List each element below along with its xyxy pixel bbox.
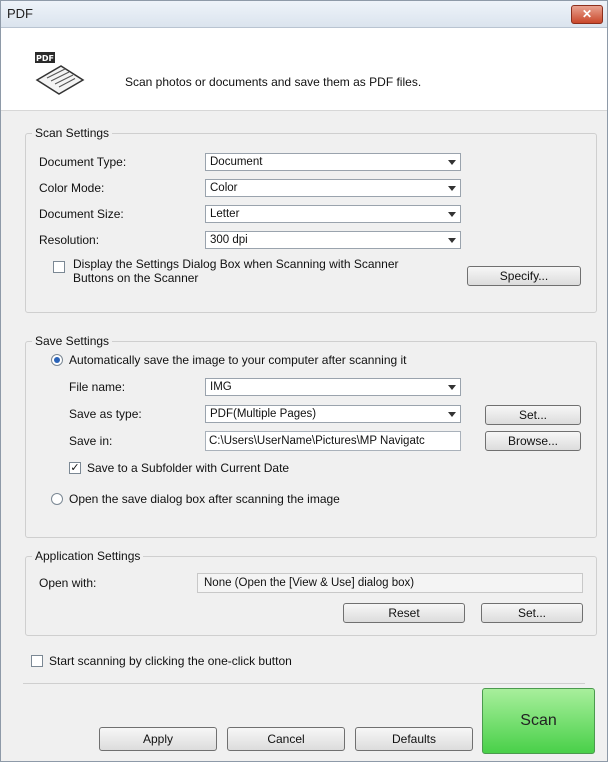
- resolution-label: Resolution:: [39, 233, 100, 247]
- save-as-type-select[interactable]: PDF(Multiple Pages): [205, 405, 461, 423]
- close-button[interactable]: ✕: [571, 5, 603, 24]
- save-in-label: Save in:: [69, 434, 113, 448]
- document-type-select[interactable]: Document: [205, 153, 461, 171]
- chevron-down-icon: [448, 160, 456, 165]
- scan-button[interactable]: Scan: [482, 688, 595, 754]
- chevron-down-icon: [448, 212, 456, 217]
- specify-button[interactable]: Specify...: [467, 266, 581, 286]
- save-in-value: C:\Users\UserName\Pictures\MP Navigatc: [209, 435, 425, 447]
- browse-button[interactable]: Browse...: [485, 431, 581, 451]
- reset-button[interactable]: Reset: [343, 603, 465, 623]
- color-mode-label: Color Mode:: [39, 181, 105, 195]
- file-name-value: IMG: [210, 381, 232, 393]
- application-set-button[interactable]: Set...: [481, 603, 583, 623]
- save-settings-label: Save Settings: [32, 334, 113, 348]
- chevron-down-icon: [448, 385, 456, 390]
- save-as-type-value: PDF(Multiple Pages): [210, 408, 317, 420]
- subfolder-checkbox[interactable]: ✓: [69, 462, 81, 474]
- svg-text:PDF: PDF: [36, 54, 54, 63]
- open-dialog-radio[interactable]: [51, 493, 63, 505]
- document-size-label: Document Size:: [39, 207, 124, 221]
- document-size-value: Letter: [210, 208, 240, 220]
- apply-button[interactable]: Apply: [99, 727, 217, 751]
- save-in-field[interactable]: C:\Users\UserName\Pictures\MP Navigatc: [205, 431, 461, 451]
- scan-settings-label: Scan Settings: [32, 126, 113, 140]
- auto-save-radio[interactable]: [51, 354, 63, 366]
- chevron-down-icon: [448, 238, 456, 243]
- cancel-button[interactable]: Cancel: [227, 727, 345, 751]
- resolution-select[interactable]: 300 dpi: [205, 231, 461, 249]
- footer-separator: [23, 683, 585, 684]
- save-as-type-label: Save as type:: [69, 407, 142, 421]
- document-type-label: Document Type:: [39, 155, 127, 169]
- chevron-down-icon: [448, 412, 456, 417]
- header-description: Scan photos or documents and save them a…: [125, 75, 422, 89]
- chevron-down-icon: [448, 186, 456, 191]
- display-settings-checkbox[interactable]: [53, 261, 65, 273]
- pdf-scan-icon: PDF: [35, 52, 85, 95]
- window-title: PDF: [7, 6, 33, 21]
- application-settings-group: Application Settings: [25, 549, 597, 636]
- open-with-field: None (Open the [View & Use] dialog box): [197, 573, 583, 593]
- display-settings-label-line1: Display the Settings Dialog Box when Sca…: [73, 257, 399, 271]
- open-dialog-label: Open the save dialog box after scanning …: [69, 492, 340, 506]
- color-mode-value: Color: [210, 182, 238, 194]
- defaults-button[interactable]: Defaults: [355, 727, 473, 751]
- open-with-label: Open with:: [39, 576, 97, 590]
- open-with-value: None (Open the [View & Use] dialog box): [204, 577, 415, 589]
- pdf-settings-dialog: PDF ✕ PDF Scan photos or documents and s…: [0, 0, 608, 762]
- document-size-select[interactable]: Letter: [205, 205, 461, 223]
- one-click-label: Start scanning by clicking the one-click…: [49, 654, 292, 668]
- subfolder-label: Save to a Subfolder with Current Date: [87, 461, 290, 475]
- file-name-label: File name:: [69, 380, 126, 394]
- dialog-header: PDF Scan photos or documents and save th…: [1, 28, 607, 111]
- title-bar: PDF ✕: [1, 1, 607, 28]
- resolution-value: 300 dpi: [210, 234, 248, 246]
- auto-save-label: Automatically save the image to your com…: [69, 353, 407, 367]
- one-click-checkbox[interactable]: [31, 655, 43, 667]
- document-type-value: Document: [210, 156, 263, 168]
- display-settings-label-line2: Buttons on the Scanner: [73, 271, 199, 285]
- file-name-select[interactable]: IMG: [205, 378, 461, 396]
- color-mode-select[interactable]: Color: [205, 179, 461, 197]
- application-settings-label: Application Settings: [32, 549, 144, 563]
- file-type-set-button[interactable]: Set...: [485, 405, 581, 425]
